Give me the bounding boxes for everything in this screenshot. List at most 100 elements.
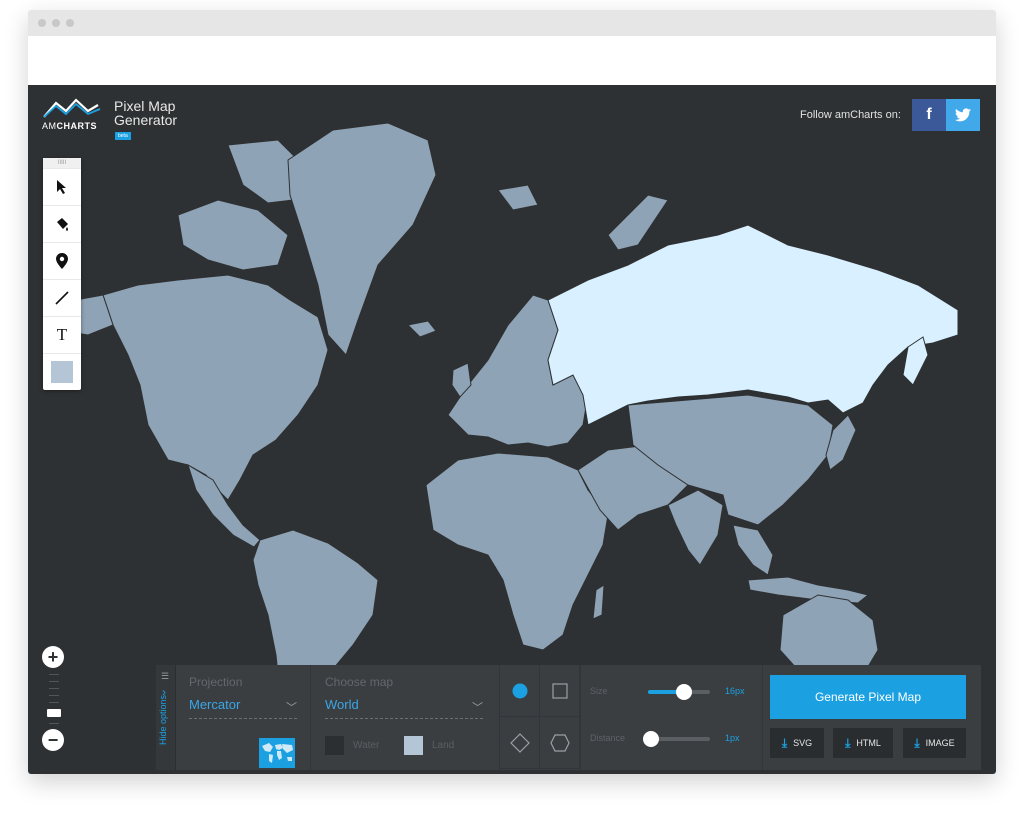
twitter-icon bbox=[955, 108, 971, 122]
zoom-in-button[interactable]: + bbox=[42, 646, 64, 668]
russia-highlighted-region bbox=[547, 224, 959, 426]
options-panel-tab[interactable]: ☰ › Hide options bbox=[156, 665, 176, 770]
app-title: Pixel Map Generator bbox=[114, 99, 177, 127]
window-maximize-dot[interactable] bbox=[66, 19, 74, 27]
distance-slider[interactable] bbox=[643, 731, 710, 747]
water-color-picker[interactable]: Water bbox=[325, 735, 379, 755]
southeast-asia-region bbox=[732, 524, 774, 576]
chevron-down-icon: ﹀ bbox=[472, 702, 483, 714]
amcharts-logo[interactable]: AMCHARTS bbox=[42, 97, 102, 131]
shape-diamond-option[interactable] bbox=[500, 717, 540, 769]
panel-divider bbox=[580, 665, 581, 770]
app-title-line-1: Pixel Map bbox=[114, 98, 176, 114]
color-swatch bbox=[51, 361, 73, 383]
zoom-tick bbox=[49, 681, 59, 682]
zoom-tick bbox=[49, 702, 59, 703]
north-america-region bbox=[102, 274, 329, 501]
projection-label: Projection bbox=[189, 675, 243, 689]
distance-slider-knob[interactable] bbox=[643, 731, 660, 747]
generate-pixel-map-button[interactable]: Generate Pixel Map bbox=[770, 675, 966, 719]
window-close-dot[interactable] bbox=[38, 19, 46, 27]
color-tool[interactable] bbox=[43, 353, 81, 390]
options-panel: ☰ › Hide options Projection Mercator ﹀ C… bbox=[156, 665, 981, 770]
plus-icon: + bbox=[47, 646, 59, 667]
distance-label: Distance bbox=[590, 733, 626, 743]
download-svg-button[interactable]: ⤓ SVG bbox=[770, 728, 824, 758]
size-value: 16px bbox=[725, 686, 745, 696]
madagascar-region bbox=[592, 584, 605, 620]
hide-options-label[interactable]: Hide options bbox=[158, 685, 168, 745]
logo-wordmark: AMCHARTS bbox=[42, 121, 97, 131]
zoom-tick bbox=[49, 723, 59, 724]
download-icon: ⤓ bbox=[914, 735, 920, 750]
hamburger-icon: ☰ bbox=[161, 671, 170, 681]
map-select[interactable]: World ﹀ bbox=[325, 697, 483, 719]
twitter-button[interactable] bbox=[946, 99, 980, 131]
line-icon bbox=[55, 291, 69, 305]
size-slider-knob[interactable] bbox=[676, 684, 693, 700]
projection-value: Mercator bbox=[189, 697, 241, 712]
browser-window: AMCHARTS Pixel Map Generator beta Follow… bbox=[28, 10, 996, 774]
diamond-shape-icon bbox=[509, 732, 530, 753]
india-region bbox=[667, 489, 724, 566]
iceland-region bbox=[406, 320, 437, 338]
text-tool[interactable]: T bbox=[43, 316, 81, 353]
download-icon: ⤓ bbox=[781, 735, 788, 750]
hexagon-shape-icon bbox=[549, 733, 570, 752]
facebook-icon: f bbox=[926, 106, 932, 123]
browser-address-area bbox=[28, 36, 996, 85]
window-minimize-dot[interactable] bbox=[52, 19, 60, 27]
download-svg-label: SVG bbox=[793, 738, 813, 748]
zoom-slider-thumb[interactable] bbox=[47, 709, 61, 717]
app-title-line-2: Generator bbox=[114, 112, 178, 128]
marker-tool[interactable] bbox=[43, 242, 81, 279]
shape-hexagon-option[interactable] bbox=[540, 717, 580, 769]
download-html-button[interactable]: ⤓ HTML bbox=[833, 728, 893, 758]
svalbard-region bbox=[497, 184, 539, 211]
line-tool[interactable] bbox=[43, 279, 81, 316]
zoom-tick bbox=[49, 695, 59, 696]
panel-divider bbox=[762, 665, 763, 770]
fill-tool[interactable] bbox=[43, 205, 81, 242]
mountain-logo-icon bbox=[43, 98, 101, 118]
water-color-swatch bbox=[325, 735, 344, 755]
choose-map-label: Choose map bbox=[325, 675, 394, 689]
facebook-button[interactable]: f bbox=[912, 99, 946, 131]
projection-select[interactable]: Mercator ﹀ bbox=[189, 697, 297, 719]
square-shape-icon bbox=[551, 682, 568, 699]
browser-chrome bbox=[28, 10, 996, 36]
circle-shape-icon bbox=[512, 683, 527, 698]
cursor-icon bbox=[57, 180, 66, 194]
distance-value: 1px bbox=[725, 733, 740, 743]
zoom-tick bbox=[49, 674, 59, 675]
zoom-tick bbox=[49, 688, 59, 689]
zoom-out-button[interactable]: − bbox=[42, 729, 64, 751]
panel-divider bbox=[310, 665, 311, 770]
projection-preview-icon bbox=[259, 738, 295, 768]
land-label: Land bbox=[432, 739, 455, 751]
arctic-islands-region bbox=[177, 199, 289, 271]
novaya-zemlya-region bbox=[607, 194, 669, 251]
chevron-down-icon: ﹀ bbox=[286, 702, 297, 714]
download-html-label: HTML bbox=[856, 738, 881, 748]
beta-badge: beta bbox=[115, 132, 131, 140]
select-tool[interactable] bbox=[43, 168, 81, 205]
pixel-map-app: AMCHARTS Pixel Map Generator beta Follow… bbox=[28, 85, 996, 774]
size-slider[interactable] bbox=[648, 684, 710, 700]
download-icon: ⤓ bbox=[845, 735, 851, 750]
zoom-control: + − bbox=[42, 646, 66, 751]
shape-circle-option[interactable] bbox=[500, 665, 540, 717]
water-label: Water bbox=[353, 739, 380, 751]
africa-region bbox=[425, 452, 609, 651]
toolbar-grip[interactable]: IIIII bbox=[43, 158, 81, 168]
drawing-toolbar: IIIII T bbox=[43, 158, 81, 390]
shape-square-option[interactable] bbox=[540, 665, 580, 717]
minus-icon: − bbox=[47, 729, 59, 750]
indonesia-region bbox=[747, 576, 870, 604]
download-image-button[interactable]: ⤓ IMAGE bbox=[903, 728, 966, 758]
map-pin-icon bbox=[56, 253, 68, 269]
land-color-picker[interactable]: Land bbox=[404, 735, 454, 755]
size-label: Size bbox=[590, 686, 608, 696]
pixel-shape-picker bbox=[500, 665, 580, 770]
pixel-sliders: Size 16px Distance 1px bbox=[588, 665, 768, 770]
